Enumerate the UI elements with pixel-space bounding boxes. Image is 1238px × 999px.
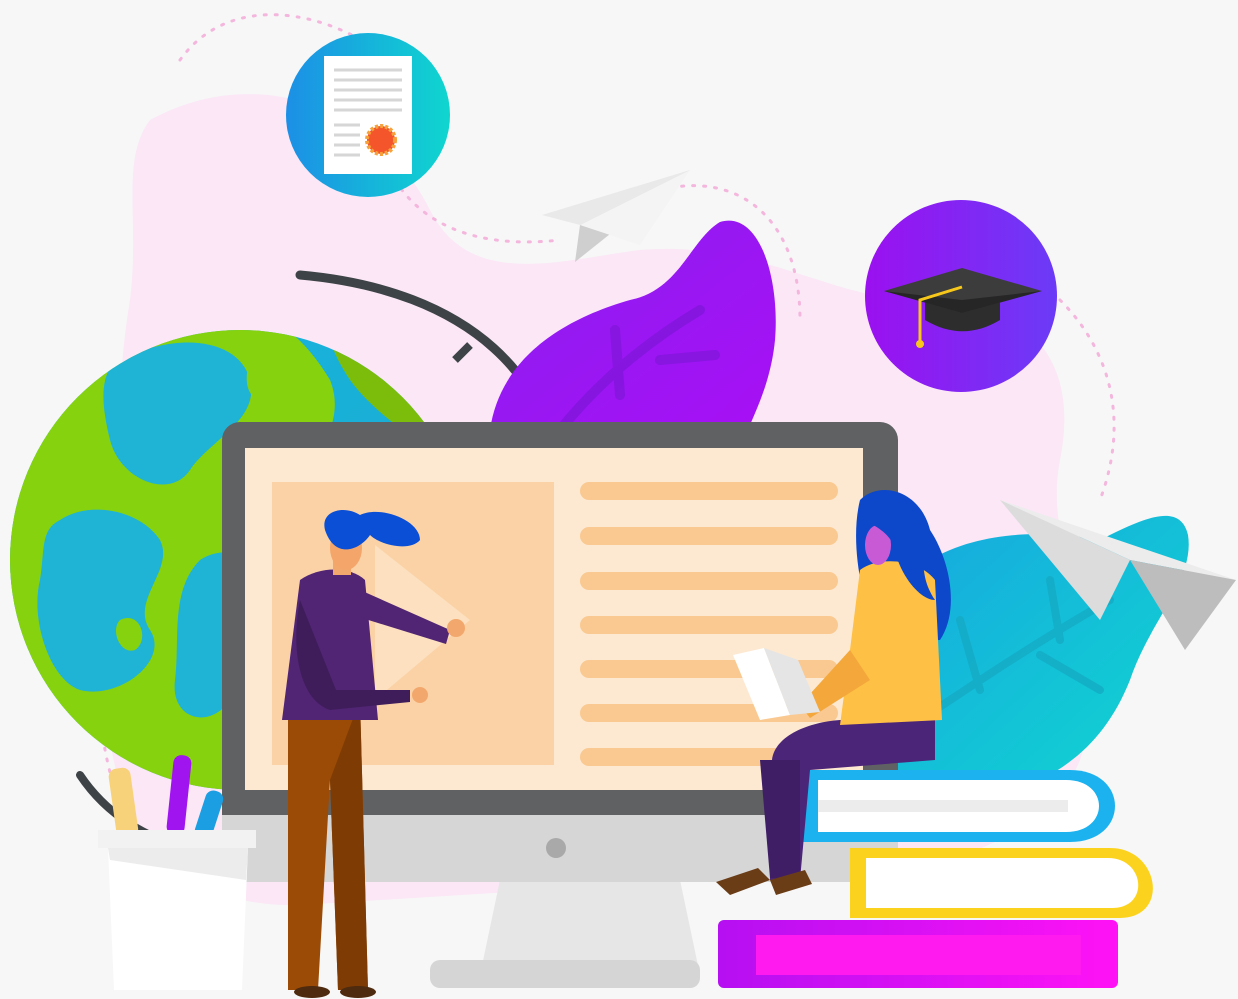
certificate-icon: [286, 33, 450, 197]
e-learning-illustration: [0, 0, 1238, 999]
illustration-canvas: [10, 13, 1236, 998]
graduation-cap-icon: [865, 200, 1057, 392]
paper-plane-icon: [542, 170, 690, 262]
